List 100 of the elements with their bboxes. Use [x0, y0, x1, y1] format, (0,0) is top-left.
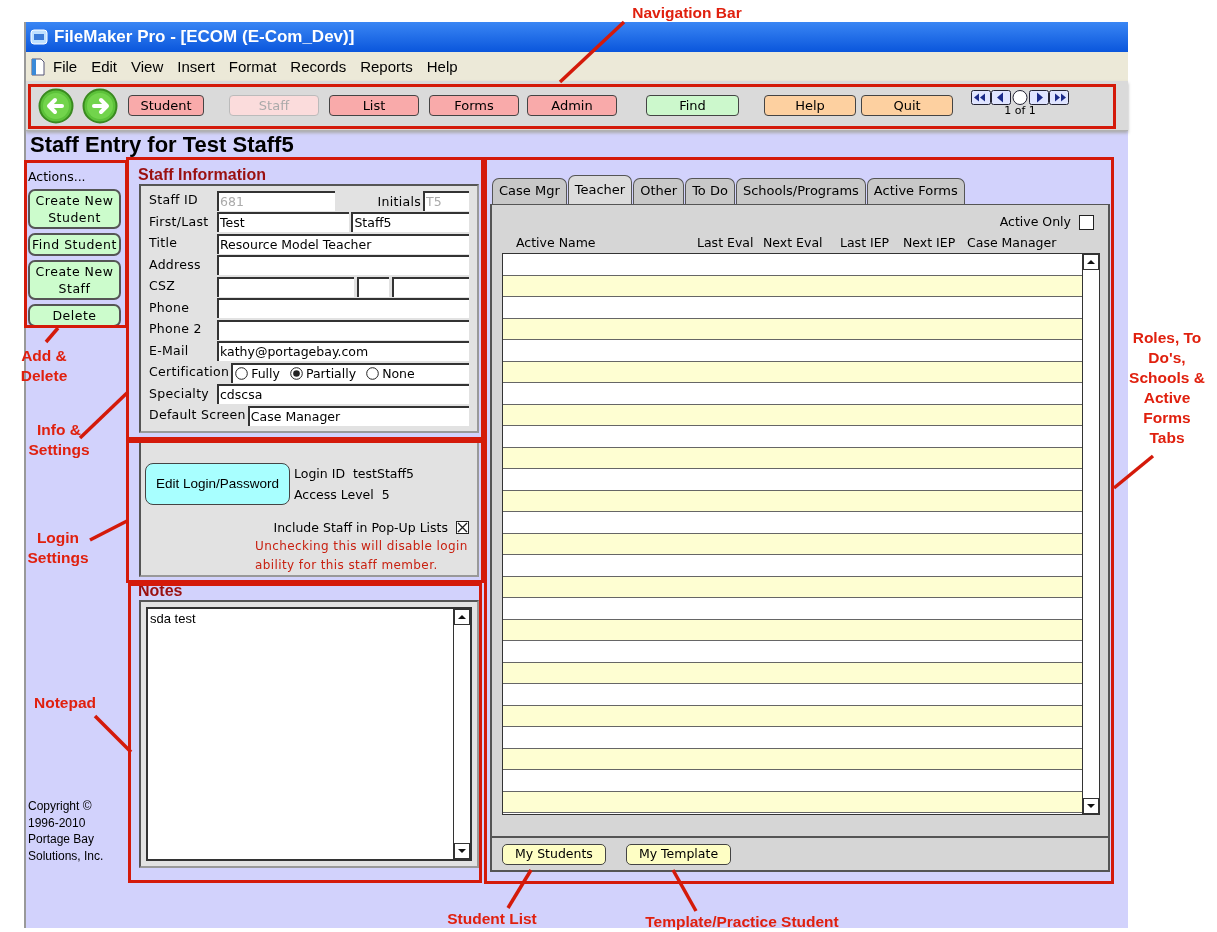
toolbar-button[interactable]: Student [128, 95, 204, 116]
scroll-down-button[interactable] [1083, 798, 1099, 814]
scrollbar[interactable] [453, 608, 470, 859]
notes-text: sda test [149, 609, 197, 628]
input-field[interactable]: Resource Model Teacher [217, 233, 469, 254]
footer-button[interactable]: My Students [502, 843, 606, 865]
list-row[interactable] [503, 318, 1082, 340]
field-label: Default Screen [149, 406, 247, 425]
menu-item[interactable]: View [124, 58, 171, 75]
action-button[interactable]: Delete [28, 304, 121, 327]
tab[interactable]: To Do [685, 178, 735, 204]
checkbox[interactable] [456, 521, 469, 535]
radio-option[interactable]: Fully [235, 364, 280, 383]
input-field[interactable]: kathy@portagebay.com [217, 341, 469, 362]
list-row[interactable] [503, 662, 1082, 684]
login-id-text: Login ID testStaff5 [294, 464, 415, 483]
document-icon [30, 56, 46, 77]
list-row[interactable] [503, 619, 1082, 641]
field-label: First/Last [149, 212, 210, 231]
input-field[interactable] [217, 298, 469, 319]
radio-option[interactable]: None [366, 364, 415, 383]
tab[interactable]: Case Mgr [492, 178, 567, 204]
scrollbar[interactable] [1082, 254, 1099, 814]
list-row[interactable] [503, 748, 1082, 770]
scroll-up-button[interactable] [454, 608, 470, 625]
back-button[interactable] [38, 87, 74, 124]
field-label: E-Mail [149, 341, 190, 360]
checkbox[interactable] [1079, 214, 1094, 230]
toolbar-button[interactable]: Forms [429, 95, 519, 116]
list-row[interactable] [503, 576, 1082, 598]
column-header: Active Name [516, 234, 597, 252]
annotation-label: Navigation Bar [631, 3, 743, 23]
footer-button[interactable]: My Template [625, 843, 732, 865]
edit-login-button[interactable]: Edit Login/Password [145, 462, 290, 505]
field-label: CSZ [149, 277, 177, 296]
leader-line [93, 714, 133, 754]
input-field[interactable]: Case Manager [247, 405, 469, 426]
toolbar-button[interactable]: Admin [527, 95, 617, 116]
menu-item[interactable]: Help [419, 58, 465, 75]
forward-button[interactable] [82, 87, 118, 124]
last-record-button[interactable] [1049, 90, 1069, 105]
menu-item[interactable]: Records [283, 58, 354, 75]
radio-option[interactable]: Partially [289, 364, 357, 383]
annotation-label: Add & Delete [19, 346, 69, 386]
tab[interactable]: Active Forms [866, 178, 965, 204]
section-title: Staff Information [137, 166, 267, 184]
action-button[interactable]: Create New Staff [28, 260, 121, 300]
toolbar-button[interactable]: List [329, 95, 419, 116]
radio-button[interactable] [366, 367, 380, 381]
next-record-button[interactable] [1029, 90, 1049, 105]
list-row[interactable] [503, 533, 1082, 555]
tab[interactable]: Other [633, 178, 685, 204]
field-label: Address [149, 255, 202, 274]
leader-line [671, 869, 698, 912]
toolbar-button[interactable]: Find [646, 95, 739, 116]
toolbar-button[interactable]: Quit [861, 95, 953, 116]
tab[interactable]: Schools/Programs [735, 178, 866, 204]
scroll-down-button[interactable] [454, 842, 470, 859]
field-label: Specialty [149, 384, 211, 403]
list-row[interactable] [503, 275, 1082, 297]
radio-button[interactable] [235, 367, 249, 381]
input-field[interactable]: Test [217, 212, 350, 233]
radio-button[interactable] [289, 367, 303, 381]
menu-item[interactable]: Format [221, 58, 284, 75]
scroll-up-button[interactable] [1083, 254, 1099, 270]
list-row[interactable] [503, 447, 1082, 469]
input-field[interactable] [392, 276, 469, 297]
access-level-text: Access Level 5 [294, 485, 391, 504]
menu-item[interactable]: File [46, 58, 85, 75]
checkbox-label: Active Only [999, 212, 1071, 231]
input-field[interactable] [217, 255, 469, 276]
menu-item[interactable]: Reports [353, 58, 420, 75]
previous-record-button[interactable] [991, 90, 1011, 105]
field-label: Phone [149, 298, 191, 317]
annotation-label: Roles, To Do's, Schools & Active Forms Tabs [1128, 328, 1206, 448]
input-field[interactable] [217, 276, 355, 297]
window-title: FileMaker Pro - [ECOM (E-Com_Dev)] [54, 27, 355, 47]
annotation-label: Student List [446, 909, 538, 929]
menu-item[interactable]: Edit [84, 58, 125, 75]
first-record-button[interactable] [971, 90, 991, 105]
annotation-label: Template/Practice Student [644, 912, 840, 932]
list-row[interactable] [503, 404, 1082, 426]
input-field[interactable]: Staff5 [351, 212, 469, 233]
input-field[interactable] [217, 319, 469, 340]
list-row[interactable] [503, 361, 1082, 383]
action-button[interactable]: Find Student [28, 233, 121, 256]
action-button[interactable]: Create New Student [28, 189, 121, 229]
input-field[interactable]: cdscsa [217, 384, 469, 405]
actions-label: Actions... [28, 169, 87, 185]
record-count: 1 of 1 [1004, 105, 1036, 117]
menu-item[interactable]: Insert [170, 58, 222, 75]
notes-field[interactable]: sda test [146, 606, 472, 861]
list-row[interactable] [503, 490, 1082, 512]
input-field[interactable] [357, 276, 390, 297]
checkbox-label: Include Staff in Pop-Up Lists [273, 518, 448, 537]
field-label: Title [149, 234, 179, 253]
toolbar-button[interactable]: Help [764, 95, 856, 116]
list-row[interactable] [503, 705, 1082, 727]
list-row[interactable] [503, 791, 1082, 813]
tab[interactable]: Teacher [567, 175, 633, 204]
